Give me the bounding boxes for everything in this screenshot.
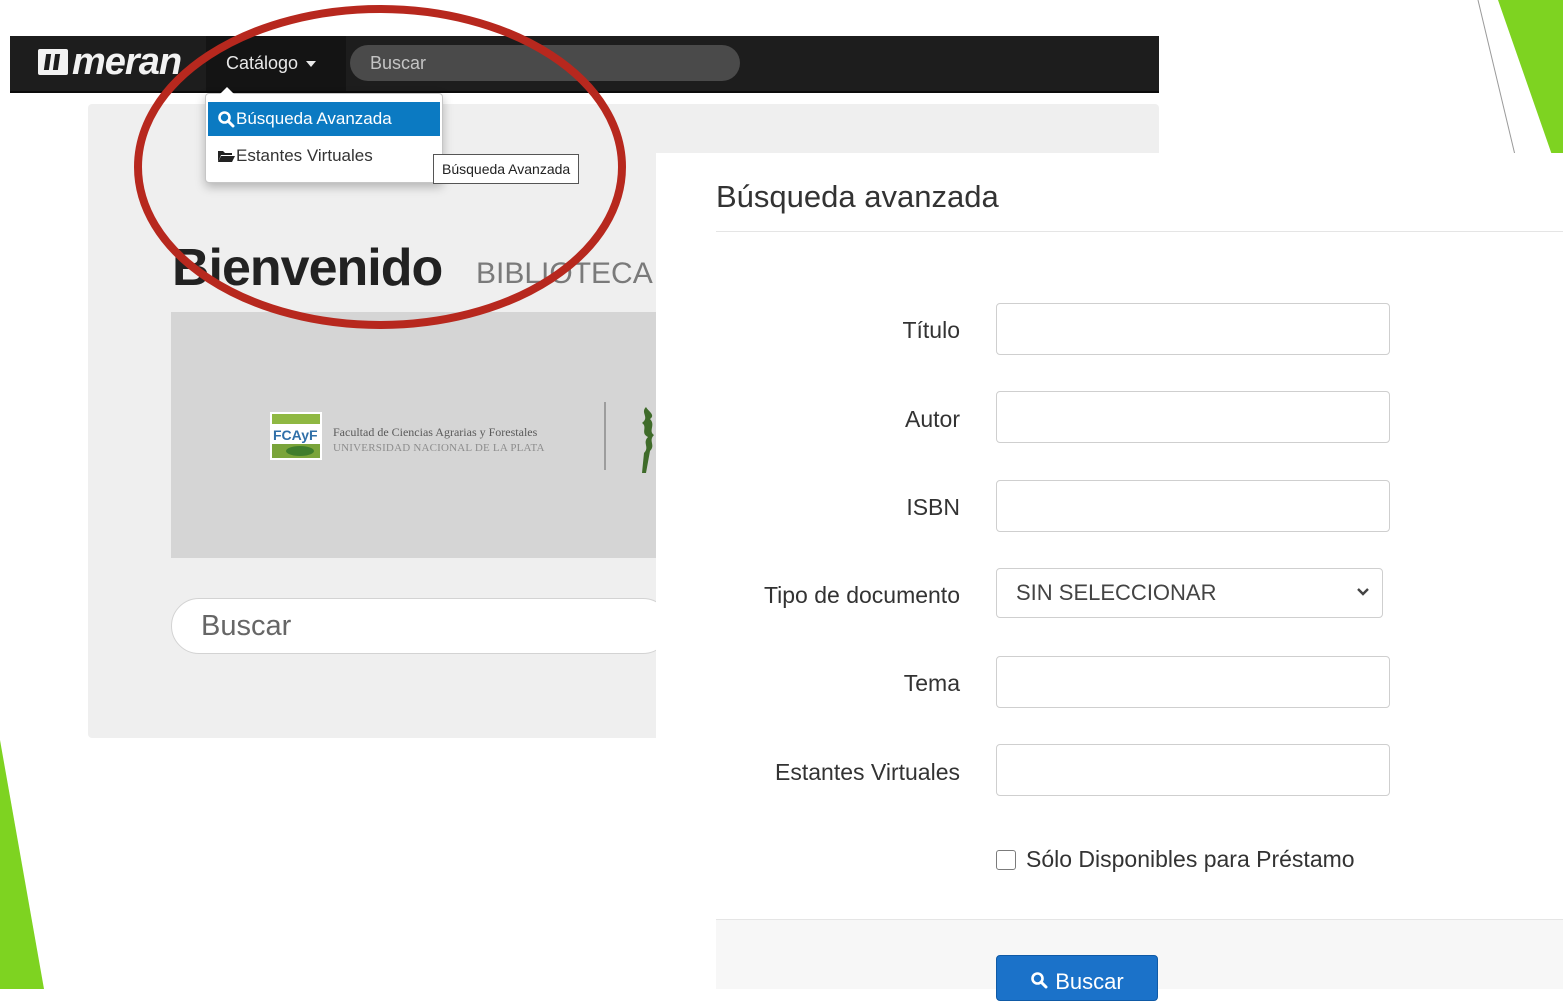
search-icon: [1031, 972, 1048, 989]
search-icon: [218, 111, 235, 128]
fcayf-logo-icon: FCAyF: [270, 412, 322, 460]
modal-header-divider: [716, 231, 1563, 232]
menu-item-busqueda-avanzada[interactable]: Búsqueda Avanzada: [208, 102, 440, 136]
green-accent-left: [0, 740, 44, 989]
select-value: SIN SELECCIONAR: [1016, 580, 1217, 605]
chevron-down-icon: [1357, 588, 1369, 596]
logo-mark: [38, 49, 68, 75]
tipo-documento-select[interactable]: SIN SELECCIONAR: [996, 568, 1383, 618]
field-label-tipo-documento: Tipo de documento: [763, 582, 960, 608]
main-search-input[interactable]: Buscar: [171, 598, 671, 654]
disponibles-checkbox[interactable]: [996, 849, 1016, 870]
disponibles-checkbox-row[interactable]: Sólo Disponibles para Préstamo: [996, 846, 1355, 873]
isbn-input[interactable]: [996, 480, 1390, 532]
field-label-titulo: Título: [902, 317, 960, 343]
faculty-name: Facultad de Ciencias Agrarias y Forestal…: [333, 425, 538, 439]
estantes-virtuales-input[interactable]: [996, 744, 1390, 796]
welcome-subtitle: BIBLIOTECA: [476, 257, 653, 290]
navbar-search-input[interactable]: Buscar: [350, 45, 740, 81]
catalog-dropdown-menu: Búsqueda Avanzada Estantes Virtuales: [205, 87, 443, 183]
university-name: UNIVERSIDAD NACIONAL DE LA PLATA: [333, 442, 545, 454]
menu-tooltip: Búsqueda Avanzada: [433, 154, 580, 184]
titulo-input[interactable]: [996, 303, 1390, 355]
logo-text: meran: [72, 40, 182, 83]
tema-input[interactable]: [996, 656, 1390, 708]
menu-item-estantes-virtuales[interactable]: Estantes Virtuales: [208, 139, 440, 173]
modal-title: Búsqueda avanzada: [716, 179, 999, 214]
catalog-menu-button[interactable]: Catálogo: [206, 36, 346, 91]
buscar-button-label: Buscar: [1055, 969, 1124, 994]
fcayf-logo-text: FCAyF: [273, 427, 318, 443]
catalog-menu-label: Catálogo: [226, 53, 299, 73]
buscar-button[interactable]: Buscar: [996, 955, 1158, 1001]
field-label-estantes-virtuales: Estantes Virtuales: [775, 759, 960, 785]
faculty-name-block: Facultad de Ciencias Agrarias y Forestal…: [333, 424, 545, 456]
field-label-tema: Tema: [903, 670, 960, 696]
checkbox-label: Sólo Disponibles para Préstamo: [1026, 846, 1355, 872]
caret-down-icon: [306, 60, 317, 67]
field-label-isbn: ISBN: [906, 494, 960, 520]
field-label-autor: Autor: [905, 406, 960, 432]
menu-item-label: Búsqueda Avanzada: [236, 109, 392, 128]
top-navbar: meran Catálogo Buscar: [10, 36, 1159, 93]
menu-item-label: Estantes Virtuales: [236, 146, 373, 165]
green-accent-top: [1477, 0, 1563, 155]
banner-divider: [604, 402, 606, 470]
welcome-title: Bienvenido: [172, 239, 443, 297]
advanced-search-modal: Búsqueda avanzada Título Autor ISBN Tipo…: [656, 153, 1563, 1001]
autor-input[interactable]: [996, 391, 1390, 443]
meran-logo[interactable]: meran: [38, 40, 182, 83]
folder-open-icon: [218, 151, 235, 162]
